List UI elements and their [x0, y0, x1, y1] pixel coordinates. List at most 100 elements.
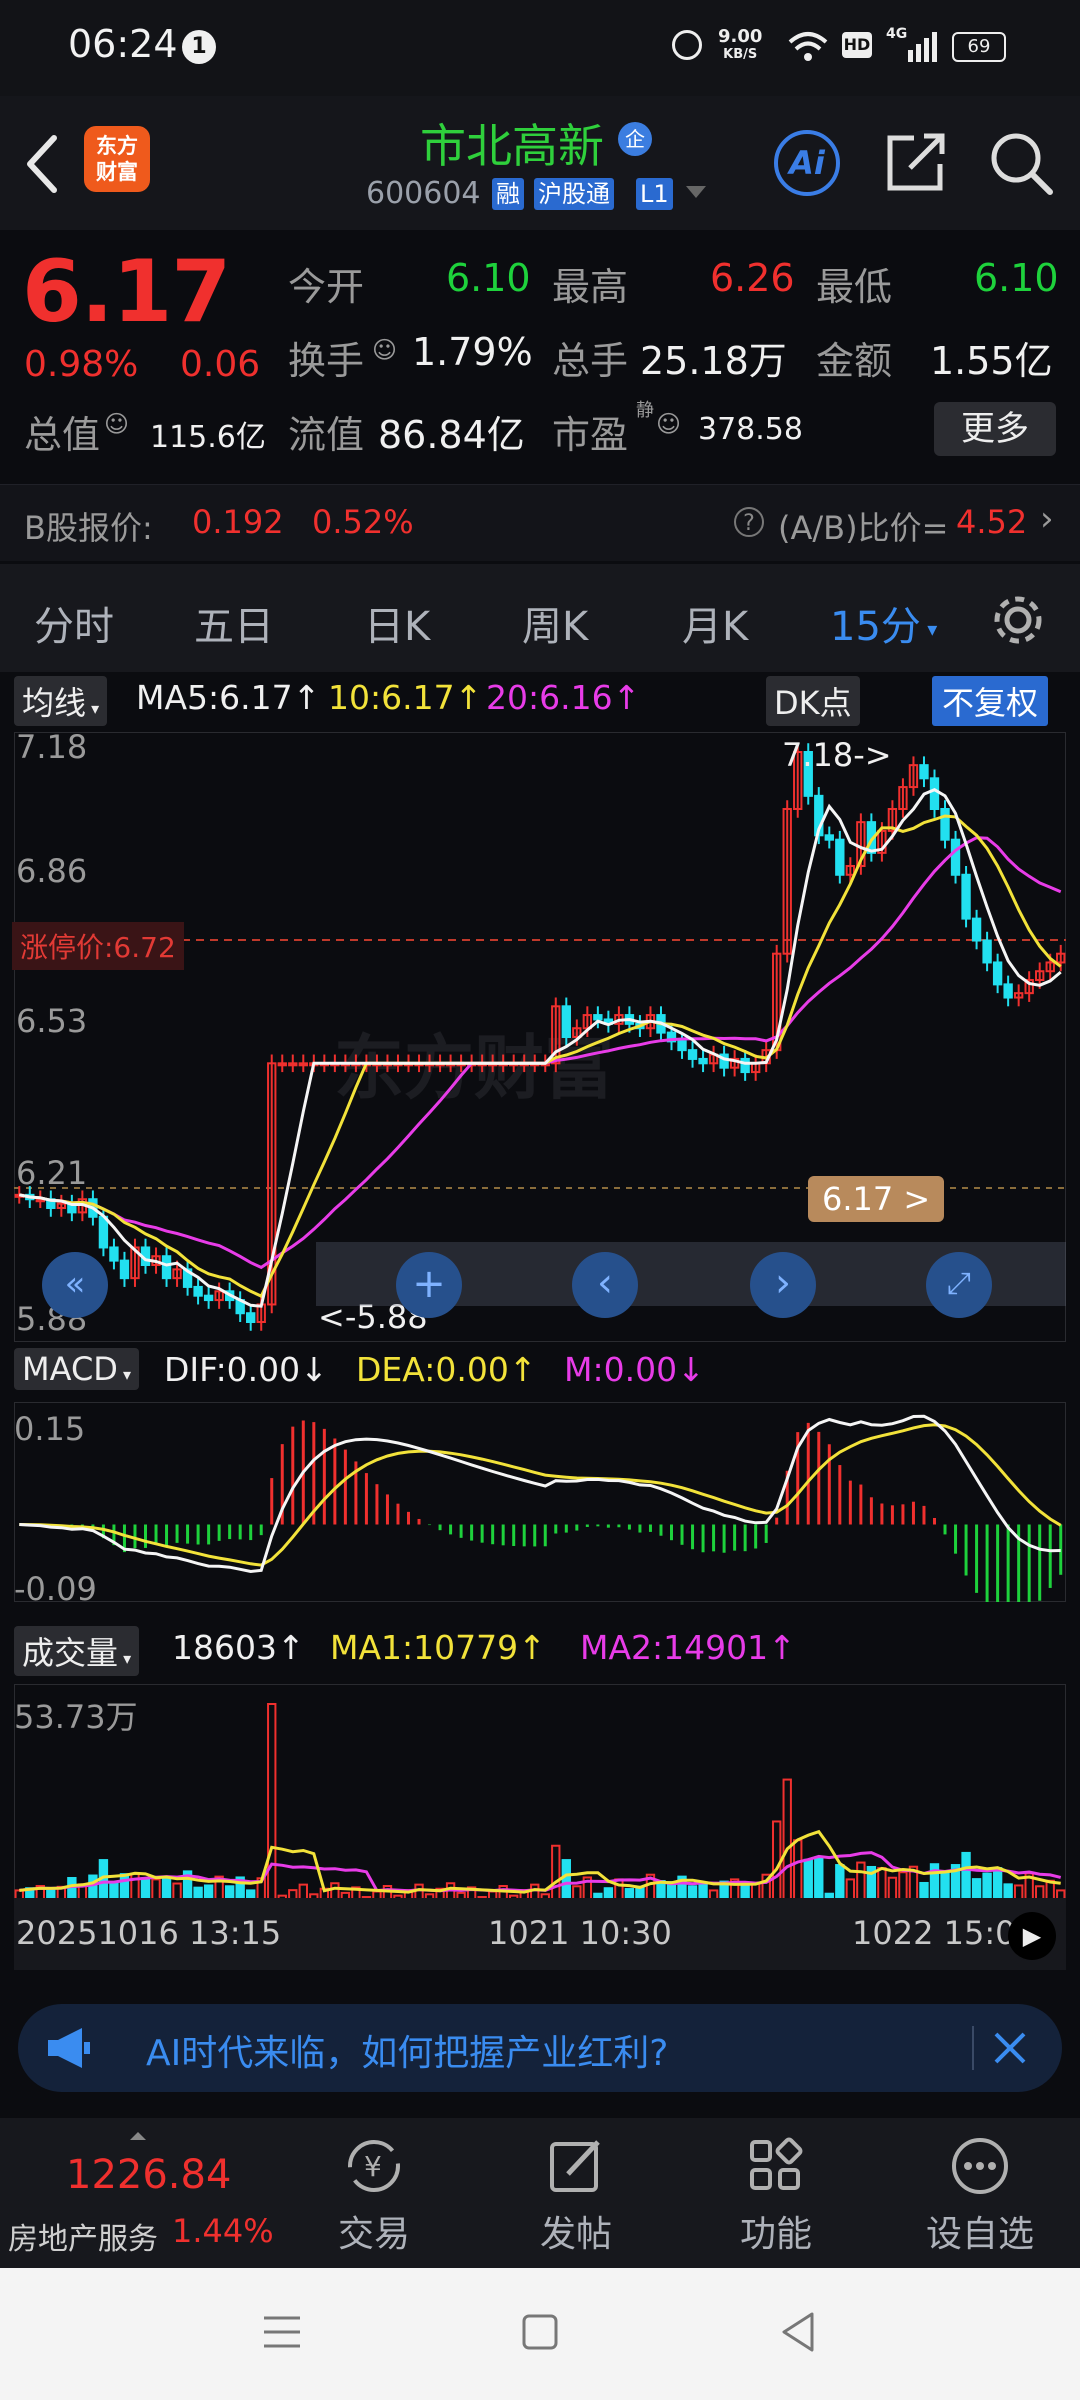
nav-add-watchlist[interactable]: 设自选: [910, 2136, 1050, 2257]
candle-body: [824, 834, 834, 841]
low-label: 最低: [816, 265, 893, 309]
menu-icon[interactable]: [262, 2312, 302, 2352]
info-icon[interactable]: ☺: [656, 410, 681, 438]
turnover-value: 1.79%: [412, 330, 533, 374]
back-arrow-icon[interactable]: [22, 134, 62, 194]
volume-bar: [961, 1851, 971, 1903]
tab-15min[interactable]: 15分 ▾: [830, 594, 937, 652]
clock: 06:24: [68, 22, 178, 66]
vol-ma2-legend: MA2:14901↑: [580, 1628, 796, 1667]
volume-legend: 18603↑: [172, 1628, 305, 1667]
alarm-icon: [672, 30, 702, 60]
time-label: 1022 15:0: [852, 1914, 1016, 1952]
change-value: 0.06: [180, 344, 261, 385]
current-price-tag[interactable]: 6.17 >: [808, 1176, 945, 1222]
stock-name[interactable]: 市北高新: [420, 110, 604, 176]
stock-code: 600604: [366, 176, 481, 211]
volume-bar: [856, 1861, 866, 1903]
index-value[interactable]: 1226.84: [66, 2152, 231, 2198]
candle-body: [992, 961, 1003, 986]
ma-dropdown[interactable]: 均线 ▾: [14, 676, 108, 726]
caret-up-icon: [130, 2132, 146, 2140]
amount-label: 金额: [816, 339, 893, 383]
candle-body: [203, 1294, 214, 1302]
chevron-down-icon[interactable]: [686, 186, 706, 198]
stock-header: 东方 财富 市北高新 企 600604 融 沪股通 L1 Ai: [0, 96, 1080, 230]
time-label: 20251016 13:15: [16, 1914, 282, 1952]
candle-body: [161, 1255, 172, 1280]
dea-line: [19, 1423, 1062, 1567]
macd-dropdown[interactable]: MACD ▾: [14, 1348, 140, 1390]
zoom-in-button[interactable]: +: [396, 1252, 462, 1318]
candle-body: [561, 1005, 571, 1038]
macd-chart[interactable]: [14, 1402, 1066, 1602]
tab-five-day[interactable]: 五日: [194, 594, 274, 652]
more-button[interactable]: 更多: [934, 402, 1056, 456]
ma10-legend: 10:6.17↑: [328, 678, 483, 717]
mcap-value: 115.6亿: [150, 420, 266, 455]
banner-text[interactable]: AI时代来临，如何把握产业红利?: [146, 2024, 668, 2076]
nav-label: 设自选: [925, 2214, 1034, 2255]
candle-body: [193, 1285, 203, 1297]
candle-body: [687, 1049, 698, 1060]
low-value: 6.10: [974, 256, 1059, 300]
pe-static-sup: 静: [636, 400, 654, 421]
settings-gear-icon[interactable]: [990, 592, 1046, 648]
no-adjust-button[interactable]: 不复权: [932, 676, 1049, 726]
promo-banner[interactable]: AI时代来临，如何把握产业红利?: [18, 2004, 1062, 2092]
candle-body: [835, 838, 845, 876]
level-tag: L1: [636, 178, 673, 210]
index-pct: 1.44%: [172, 2212, 274, 2250]
candle-body: [698, 1057, 708, 1065]
nav-post[interactable]: 发帖: [506, 2136, 646, 2257]
help-icon[interactable]: ?: [734, 507, 764, 537]
prev-button[interactable]: ‹: [572, 1252, 638, 1318]
tab-weekly-k[interactable]: 周K: [522, 594, 588, 652]
b-share-label: B股报价:: [24, 509, 153, 547]
b-share-row[interactable]: B股报价: 0.192 0.52% ? (A/B)比价= 4.52 ›: [0, 484, 1080, 561]
kline-chart-area[interactable]: 均线 ▾ MA5:6.17↑ 10:6.17↑ 20:6.16↑ DK点 不复权…: [0, 672, 1080, 1990]
expand-icon[interactable]: ⤢: [926, 1252, 992, 1318]
volume-dropdown[interactable]: 成交量 ▾: [14, 1626, 140, 1676]
volume-bar: [793, 1839, 803, 1903]
back-icon[interactable]: [778, 2310, 818, 2354]
rewind-button[interactable]: «: [42, 1252, 108, 1318]
svg-text:¥: ¥: [364, 2150, 382, 2183]
nav-trade[interactable]: ¥ 交易: [304, 2136, 444, 2257]
volume-bar: [835, 1864, 845, 1903]
dea-legend: DEA:0.00↑: [356, 1350, 537, 1389]
tab-intraday[interactable]: 分时: [34, 594, 114, 652]
candle-body: [961, 873, 971, 920]
candle-body: [98, 1215, 109, 1249]
app-logo[interactable]: 东方 财富: [84, 126, 150, 192]
max-marker: 7.18->: [782, 736, 892, 774]
info-icon[interactable]: ☺: [372, 336, 397, 364]
tab-monthly-k[interactable]: 月K: [682, 594, 748, 652]
mcap-label: 总值: [24, 413, 101, 457]
volume-chart[interactable]: [14, 1684, 1066, 1908]
pe-value: 378.58: [698, 412, 803, 447]
volume-bar: [814, 1856, 824, 1903]
change-pct: 0.98%: [24, 344, 139, 385]
ai-icon[interactable]: Ai: [774, 130, 840, 196]
next-button[interactable]: ›: [750, 1252, 816, 1318]
play-icon[interactable]: ▶: [1008, 1912, 1056, 1960]
home-icon[interactable]: [520, 2312, 560, 2352]
info-icon[interactable]: ☺: [104, 410, 129, 438]
volume-bar: [877, 1867, 887, 1903]
search-icon[interactable]: [988, 130, 1054, 196]
turnover-label: 换手: [288, 339, 365, 383]
close-icon[interactable]: [990, 2028, 1030, 2068]
nav-functions[interactable]: 功能: [706, 2136, 846, 2257]
open-label: 今开: [288, 265, 365, 309]
candle-body: [982, 939, 992, 964]
dk-point-dropdown[interactable]: DK点: [766, 676, 860, 726]
tab-daily-k[interactable]: 日K: [364, 594, 430, 652]
bottom-navigation: 1226.84 房地产服务 1.44% ¥ 交易 发帖 功能 设自选: [0, 2118, 1080, 2268]
b-share-price: 0.192: [192, 503, 284, 541]
margin-tag: 融: [492, 178, 524, 210]
system-navigation: [0, 2268, 1080, 2400]
index-name[interactable]: 房地产服务: [8, 2214, 158, 2258]
share-icon[interactable]: [884, 130, 948, 194]
limit-up-label: 涨停价:6.72: [12, 922, 184, 970]
